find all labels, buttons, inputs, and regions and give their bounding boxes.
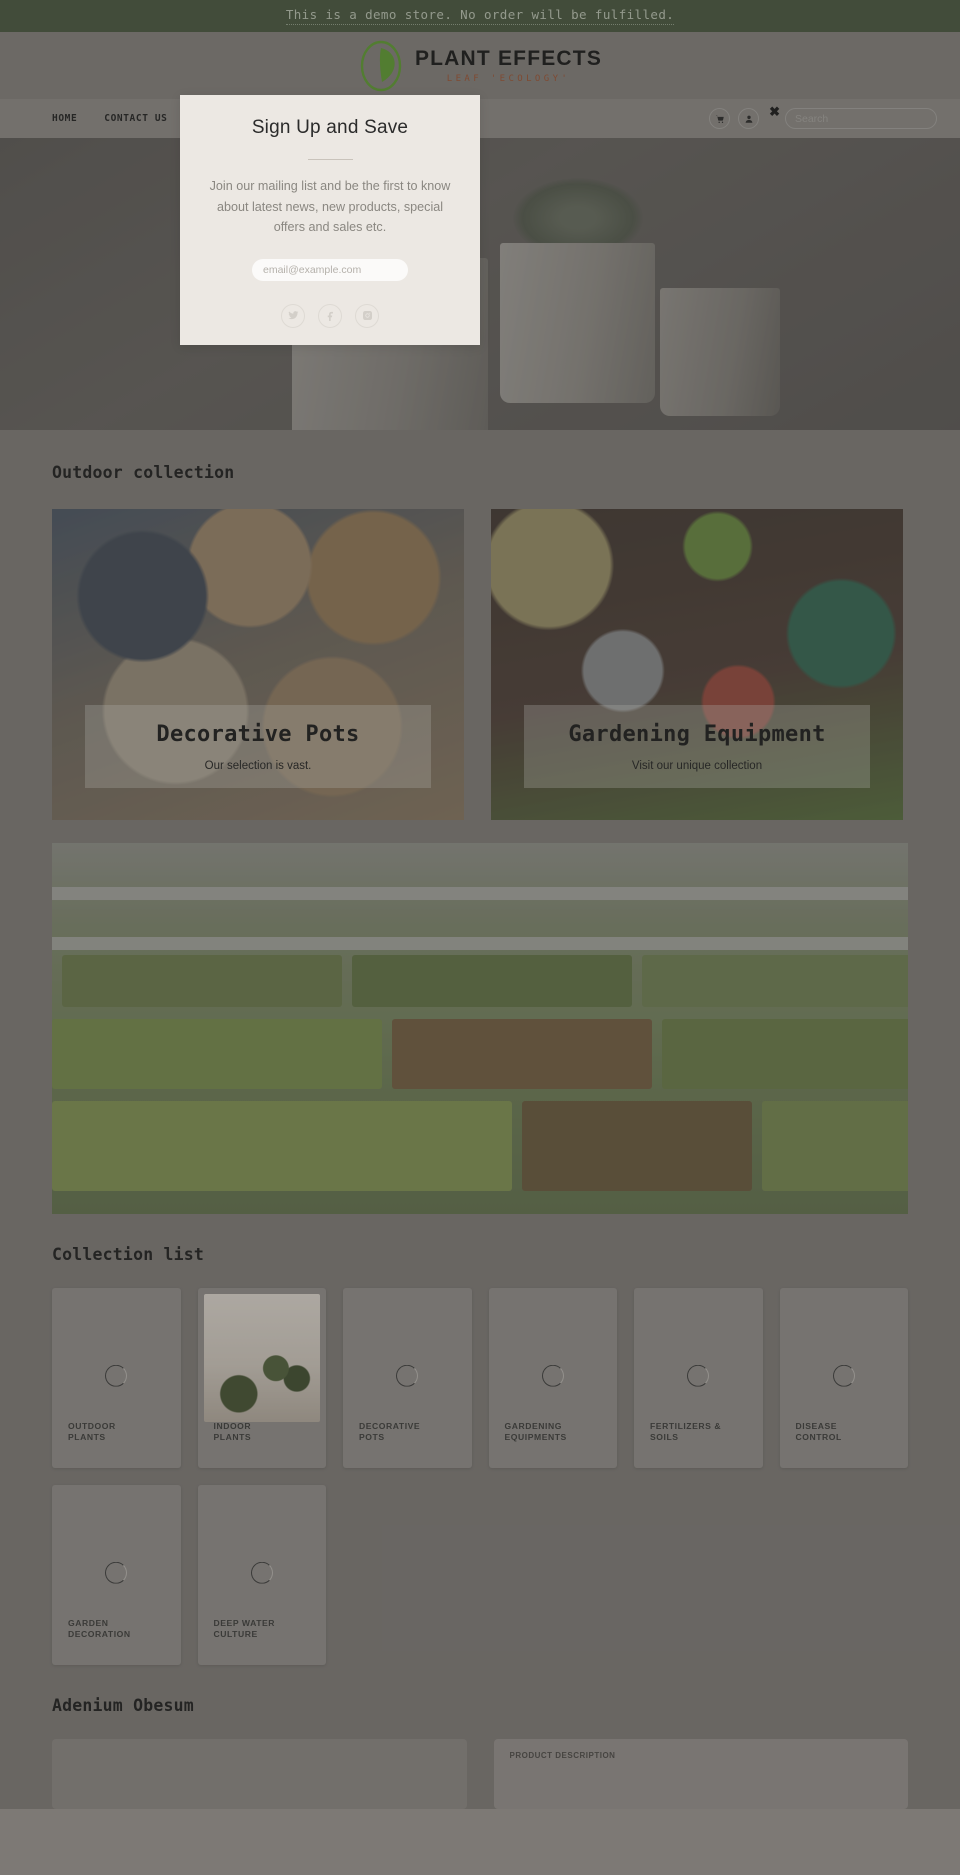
loading-spinner-icon [105,1364,128,1387]
promo-card-decorative-pots[interactable]: Decorative Pots Our selection is vast. [52,509,464,820]
adenium-section: Adenium Obesum PRODUCT DESCRIPTION [0,1665,960,1809]
hero-scrim [0,138,960,430]
facebook-icon[interactable] [318,303,342,328]
instagram-icon[interactable] [355,303,379,328]
cart-icon[interactable] [709,108,731,129]
promo-title: Decorative Pots [156,721,360,747]
loading-spinner-icon [250,1561,273,1584]
banner-scrim [52,843,908,1214]
signup-email-input[interactable] [263,263,398,276]
collection-card-deep-water-culture[interactable]: DEEP WATER CULTURE [197,1485,326,1665]
promo-row: Decorative Pots Our selection is vast. G… [52,509,908,820]
promo-title: Gardening Equipment [568,721,826,747]
twitter-icon[interactable] [281,303,305,328]
loading-spinner-icon [541,1364,564,1387]
collection-card-gardening-equipments[interactable]: GARDENING EQUIPMENTS [488,1288,617,1468]
promo-caption-box: Decorative Pots Our selection is vast. [85,705,431,788]
main-navbar: Home Contact us ✖ [0,99,960,138]
loading-spinner-icon [687,1364,710,1387]
logo-tagline: LEAF 'ECOLOGY' [446,73,571,84]
collection-card-label: DISEASE CONTROL [795,1420,842,1443]
loading-spinner-icon [396,1364,419,1387]
collection-card-garden-decoration[interactable]: GARDEN DECORATION [52,1485,181,1665]
leaf-logo-icon [360,40,402,91]
collection-card-disease-control[interactable]: DISEASE CONTROL [779,1288,908,1468]
promo-subtitle: Our selection is vast. [204,759,312,772]
collection-card-fertilizers-soils[interactable]: FERTILIZERS & SOILS [634,1288,763,1468]
adenium-row: PRODUCT DESCRIPTION [52,1739,908,1809]
signup-social-links [281,303,379,328]
logo-title: PLANT EFFECTS [414,46,603,70]
collection-card-label: INDOOR PLANTS [213,1420,252,1443]
collection-card-label: FERTILIZERS & SOILS [650,1420,722,1443]
signup-modal-title: Sign Up and Save [251,117,409,138]
promo-subtitle: Visit our unique collection [631,759,763,772]
logo-band: PLANT EFFECTS LEAF 'ECOLOGY' [0,32,960,99]
adenium-title: Adenium Obesum [52,1696,194,1715]
signup-modal: Sign Up and Save Join our mailing list a… [180,95,480,345]
collection-card-label: GARDEN DECORATION [68,1617,131,1640]
search-input[interactable] [795,112,930,125]
signup-email-field[interactable] [252,258,408,281]
adenium-product-details[interactable]: PRODUCT DESCRIPTION [493,1739,908,1809]
outdoor-collection-section: Outdoor collection Decorative Pots Our s… [0,430,960,1214]
account-icon[interactable] [738,108,760,129]
modal-divider [307,159,353,160]
nav-link-home[interactable]: Home [52,113,77,124]
announcement-text: This is a demo store. No order will be f… [285,7,675,25]
nav-link-contact-us[interactable]: Contact us [104,113,167,124]
collection-card-outdoor-plants[interactable]: OUTDOOR PLANTS [52,1288,181,1468]
search-box[interactable] [785,108,937,129]
collection-card-label: DECORATIVE POTS [359,1420,421,1443]
promo-card-gardening-equipment[interactable]: Gardening Equipment Visit our unique col… [491,509,903,820]
collection-grid: OUTDOOR PLANTS INDOOR PLANTS DECORATIVE … [52,1288,908,1665]
site-logo[interactable]: PLANT EFFECTS LEAF 'ECOLOGY' [358,40,602,92]
collection-card-label: GARDENING EQUIPMENTS [504,1420,567,1443]
collection-card-indoor-plants[interactable]: INDOOR PLANTS [197,1288,326,1468]
nav-links: Home Contact us [52,113,167,124]
collection-thumbnail [203,1294,320,1422]
collection-card-label: OUTDOOR PLANTS [68,1420,116,1443]
signup-modal-body: Join our mailing list and be the first t… [209,179,451,235]
collection-list-section: Collection list OUTDOOR PLANTS INDOOR PL… [0,1214,960,1665]
nav-actions: ✖ [709,105,937,129]
hero-banner [0,138,960,430]
close-search-icon[interactable]: ✖ [769,105,780,118]
logo-text-block: PLANT EFFECTS LEAF 'ECOLOGY' [415,48,602,84]
promo-caption-box: Gardening Equipment Visit our unique col… [524,705,870,788]
wide-banner-image[interactable] [52,843,908,1214]
announcement-bar: This is a demo store. No order will be f… [0,0,960,32]
collection-card-decorative-pots[interactable]: DECORATIVE POTS [343,1288,472,1468]
collection-card-label: DEEP WATER CULTURE [213,1617,276,1640]
storefront-page: This is a demo store. No order will be f… [0,0,960,1809]
outdoor-collection-title: Outdoor collection [52,463,235,482]
loading-spinner-icon [832,1364,855,1387]
loading-spinner-icon [105,1561,128,1584]
adenium-product-image[interactable] [52,1739,467,1809]
collection-list-title: Collection list [52,1245,205,1264]
adenium-details-label: PRODUCT DESCRIPTION [509,1751,616,1760]
